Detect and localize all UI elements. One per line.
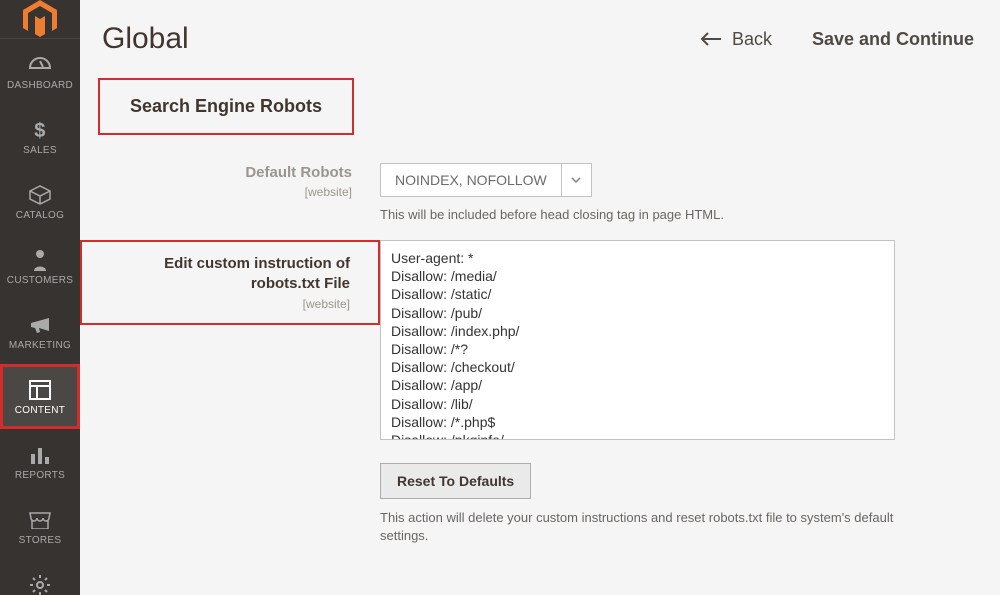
form-area: Default Robots [website] NOINDEX, NOFOLL… <box>80 163 1000 545</box>
sidebar-item-label: MARKETING <box>9 340 71 351</box>
sidebar-item-sales[interactable]: $ SALES <box>0 104 80 169</box>
field-default-robots: Default Robots [website] NOINDEX, NOFOLL… <box>80 163 970 222</box>
sidebar-item-label: CUSTOMERS <box>7 275 73 286</box>
box-icon <box>27 184 53 206</box>
magento-logo[interactable] <box>0 0 80 39</box>
field-custom-robots: Edit custom instruction of robots.txt Fi… <box>80 240 970 445</box>
arrow-left-icon <box>700 32 722 46</box>
back-button[interactable]: Back <box>700 29 772 50</box>
gauge-icon <box>27 54 53 76</box>
chevron-down-icon <box>561 164 591 196</box>
sidebar-item-label: CONTENT <box>15 405 65 416</box>
sidebar-item-reports[interactable]: REPORTS <box>0 429 80 494</box>
field-reset: Reset To Defaults This action will delet… <box>80 463 970 545</box>
sidebar-item-stores[interactable]: STORES <box>0 494 80 559</box>
header-actions: Back Save and Continue <box>700 29 974 50</box>
store-icon <box>27 509 53 531</box>
person-icon <box>27 249 53 271</box>
layout-icon <box>27 379 53 401</box>
chart-icon <box>27 444 53 466</box>
svg-text:$: $ <box>34 120 45 141</box>
field-scope: [website] <box>100 297 350 311</box>
default-robots-select[interactable]: NOINDEX, NOFOLLOW <box>380 163 592 197</box>
sidebar-item-marketing[interactable]: MARKETING <box>0 299 80 364</box>
dollar-icon: $ <box>27 119 53 141</box>
sidebar-item-catalog[interactable]: CATALOG <box>0 169 80 234</box>
reset-defaults-button[interactable]: Reset To Defaults <box>380 463 531 499</box>
reset-hint: This action will delete your custom inst… <box>380 509 940 545</box>
field-hint: This will be included before head closin… <box>380 207 970 222</box>
sidebar-item-label: DASHBOARD <box>7 80 73 91</box>
page-title: Global <box>102 22 189 56</box>
megaphone-icon <box>27 314 53 336</box>
field-scope: [website] <box>98 185 352 199</box>
sidebar-item-label: CATALOG <box>16 210 64 221</box>
sidebar-item-label: STORES <box>19 535 62 546</box>
section-title: Search Engine Robots <box>98 78 354 135</box>
page-header: Global Back Save and Continue <box>80 0 1000 74</box>
robots-txt-textarea[interactable] <box>380 240 895 440</box>
select-value: NOINDEX, NOFOLLOW <box>381 164 561 196</box>
sidebar-item-label: REPORTS <box>15 470 65 481</box>
field-label: Edit custom instruction of robots.txt Fi… <box>164 255 350 292</box>
back-label: Back <box>732 29 772 50</box>
sidebar-item-dashboard[interactable]: DASHBOARD <box>0 39 80 104</box>
main-content: Global Back Save and Continue Search Eng… <box>80 0 1000 595</box>
gear-icon <box>27 574 53 595</box>
admin-sidebar: DASHBOARD $ SALES CATALOG CUSTOMERS MARK… <box>0 0 80 595</box>
sidebar-item-system[interactable] <box>0 559 80 595</box>
field-label: Default Robots <box>245 164 352 181</box>
sidebar-item-content[interactable]: CONTENT <box>0 364 80 429</box>
sidebar-item-label: SALES <box>23 145 57 156</box>
save-continue-button[interactable]: Save and Continue <box>812 29 974 50</box>
sidebar-item-customers[interactable]: CUSTOMERS <box>0 234 80 299</box>
